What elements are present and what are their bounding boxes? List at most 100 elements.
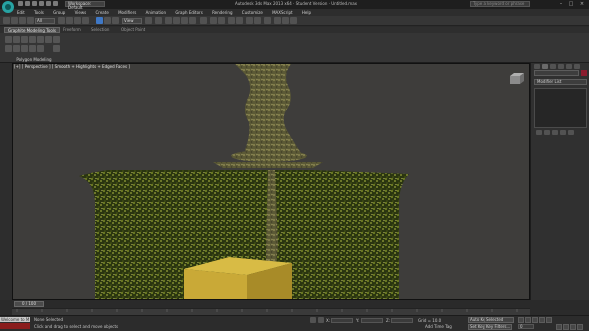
mirror-icon[interactable]	[210, 17, 217, 24]
maximize-icon[interactable]: □	[566, 0, 576, 8]
save-file-icon[interactable]	[32, 1, 37, 6]
select-manipulate-icon[interactable]	[155, 17, 162, 24]
percent-snap-icon[interactable]	[181, 17, 188, 24]
app-logo-icon[interactable]	[2, 1, 14, 13]
selection-filter-dropdown[interactable]: All	[35, 18, 55, 24]
time-slider[interactable]: 0 / 100	[14, 301, 44, 307]
rect-selection-icon[interactable]	[74, 17, 81, 24]
select-object-icon[interactable]	[58, 17, 65, 24]
reference-coord-dropdown[interactable]: View	[122, 18, 142, 24]
menu-maxscript[interactable]: MAXScript	[272, 9, 293, 16]
ribbon-options-icon[interactable]	[53, 45, 60, 52]
y-coordinate-field[interactable]	[361, 318, 383, 323]
go-to-end-icon[interactable]	[546, 317, 552, 323]
zoom-icon[interactable]	[556, 324, 562, 330]
project-folder-icon[interactable]	[53, 1, 58, 6]
unlink-icon[interactable]	[27, 17, 34, 24]
search-input[interactable]: Type a keyword or phrase	[470, 1, 530, 7]
motion-tab-icon[interactable]	[558, 64, 564, 69]
named-selection-icon[interactable]	[200, 17, 207, 24]
align-icon[interactable]	[218, 17, 225, 24]
ribbon-panel-label[interactable]: Polygon Modeling	[4, 57, 64, 62]
track-bar[interactable]	[12, 308, 530, 315]
topiary-base[interactable]	[213, 162, 323, 168]
preserve-uvs-icon[interactable]	[21, 45, 28, 52]
schematic-view-icon[interactable]	[254, 17, 261, 24]
add-time-tag[interactable]: Add Time Tag	[425, 324, 452, 329]
maxscript-error-box[interactable]	[0, 323, 30, 329]
snaps-toggle-icon[interactable]	[165, 17, 172, 24]
x-coordinate-field[interactable]	[331, 318, 353, 323]
modify-mode-button[interactable]	[13, 36, 20, 43]
menu-edit[interactable]: Edit	[17, 9, 25, 16]
render-icon[interactable]	[290, 17, 297, 24]
menu-group[interactable]: Group	[53, 9, 65, 16]
spinner-snap-icon[interactable]	[189, 17, 196, 24]
use-nurms-icon[interactable]	[5, 45, 12, 52]
go-to-start-icon[interactable]	[518, 317, 524, 323]
viewport-label[interactable]: [+] [ Perspective ] [ Smooth + Highlight…	[14, 64, 130, 69]
move-icon[interactable]	[96, 17, 103, 24]
object-color-swatch[interactable]	[581, 70, 587, 76]
menu-create[interactable]: Create	[96, 9, 109, 16]
next-frame-icon[interactable]	[539, 317, 545, 323]
open-file-icon[interactable]	[25, 1, 30, 6]
modify-tab-icon[interactable]	[542, 64, 548, 69]
border-icon[interactable]	[37, 36, 44, 43]
quickslice-icon[interactable]	[37, 45, 44, 52]
close-icon[interactable]: ×	[577, 0, 587, 8]
pan-icon[interactable]	[570, 324, 576, 330]
menu-views[interactable]: Views	[75, 9, 87, 16]
menu-customize[interactable]: Customize	[242, 9, 263, 16]
utilities-tab-icon[interactable]	[574, 64, 580, 69]
display-tab-icon[interactable]	[566, 64, 572, 69]
topiary-column[interactable]	[235, 64, 303, 156]
redo-icon[interactable]	[46, 1, 51, 6]
z-coordinate-field[interactable]	[391, 318, 413, 323]
link-icon[interactable]	[19, 17, 26, 24]
previous-frame-icon[interactable]	[525, 317, 531, 323]
modifier-list-dropdown[interactable]: Modifier List	[534, 79, 587, 85]
element-icon[interactable]	[53, 36, 60, 43]
curve-editor-icon[interactable]	[246, 17, 253, 24]
viewcube-icon[interactable]	[506, 72, 526, 86]
show-end-result-icon[interactable]	[544, 130, 550, 135]
new-file-icon[interactable]	[18, 1, 23, 6]
perspective-viewport[interactable]	[12, 63, 530, 300]
create-tab-icon[interactable]	[534, 64, 540, 69]
material-editor-icon[interactable]	[264, 17, 271, 24]
rotate-icon[interactable]	[104, 17, 111, 24]
window-crossing-icon[interactable]	[82, 17, 89, 24]
isolate-selection-icon[interactable]	[310, 317, 316, 323]
maxscript-listener[interactable]: Welcome to M	[0, 317, 30, 322]
configure-sets-icon[interactable]	[568, 130, 574, 135]
rendered-frame-icon[interactable]	[282, 17, 289, 24]
selection-lock-icon[interactable]	[318, 317, 324, 323]
play-icon[interactable]	[532, 317, 538, 323]
menu-help[interactable]: Help	[302, 9, 311, 16]
undo-tool-icon[interactable]	[3, 17, 10, 24]
menu-tools[interactable]: Tools	[34, 9, 44, 16]
zoom-all-icon[interactable]	[563, 324, 569, 330]
collapse-stack-icon[interactable]	[13, 45, 20, 52]
vertex-icon[interactable]	[21, 36, 28, 43]
minimize-icon[interactable]: –	[556, 0, 566, 8]
orbit-icon[interactable]	[577, 324, 583, 330]
edge-icon[interactable]	[29, 36, 36, 43]
hierarchy-tab-icon[interactable]	[550, 64, 556, 69]
key-filter-dropdown[interactable]: Selected	[484, 317, 514, 323]
menu-modifiers[interactable]: Modifiers	[118, 9, 136, 16]
workspace-dropdown[interactable]: Workspace: Default	[65, 1, 105, 10]
remove-modifier-icon[interactable]	[560, 130, 566, 135]
object-name-field[interactable]	[534, 70, 579, 76]
repeat-last-icon[interactable]	[29, 45, 36, 52]
graphite-toggle-icon[interactable]	[236, 17, 243, 24]
polymodel-button[interactable]	[5, 36, 12, 43]
menu-rendering[interactable]: Rendering	[212, 9, 232, 16]
render-setup-icon[interactable]	[274, 17, 281, 24]
menu-animation[interactable]: Animation	[146, 9, 166, 16]
polygon-icon[interactable]	[45, 36, 52, 43]
topiary-collar[interactable]	[231, 150, 307, 162]
menu-graph-editors[interactable]: Graph Editors	[175, 9, 202, 16]
undo-icon[interactable]	[39, 1, 44, 6]
